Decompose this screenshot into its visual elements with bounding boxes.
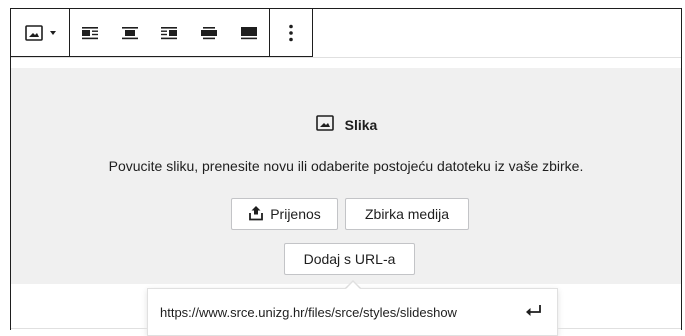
block-type-button[interactable] bbox=[11, 9, 69, 56]
align-right-button[interactable] bbox=[150, 9, 190, 56]
alignment-group bbox=[70, 9, 270, 56]
align-right-icon bbox=[160, 26, 178, 40]
toolbar-divider bbox=[11, 57, 681, 58]
more-options-button[interactable] bbox=[270, 9, 312, 56]
popover-arrow-inner bbox=[346, 282, 360, 289]
insert-from-url-button-label: Dodaj s URL-a bbox=[303, 251, 396, 267]
upload-button[interactable]: Prijenos bbox=[231, 198, 338, 230]
url-popover bbox=[147, 288, 558, 336]
url-submit-button[interactable] bbox=[520, 299, 548, 327]
image-icon bbox=[315, 113, 335, 136]
align-left-icon bbox=[81, 26, 99, 40]
placeholder-title: Slika bbox=[11, 113, 681, 136]
align-full-button[interactable] bbox=[229, 9, 269, 56]
upload-button-label: Prijenos bbox=[270, 206, 321, 222]
align-left-button[interactable] bbox=[70, 9, 110, 56]
insert-from-url-button[interactable]: Dodaj s URL-a bbox=[284, 243, 415, 275]
align-wide-icon bbox=[200, 26, 218, 40]
align-wide-button[interactable] bbox=[189, 9, 229, 56]
enter-arrow-icon bbox=[525, 304, 543, 323]
align-center-button[interactable] bbox=[110, 9, 150, 56]
align-full-icon bbox=[240, 26, 258, 40]
placeholder-instructions: Povucite sliku, prenesite novu ili odabe… bbox=[108, 158, 584, 174]
caret-down-icon bbox=[50, 30, 56, 35]
block-type-group bbox=[11, 9, 70, 56]
url-input[interactable] bbox=[156, 297, 512, 327]
media-library-button[interactable]: Zbirka medija bbox=[345, 198, 469, 230]
more-options-group bbox=[270, 9, 312, 56]
align-center-icon bbox=[121, 26, 139, 40]
placeholder-title-text: Slika bbox=[344, 116, 378, 133]
upload-icon bbox=[248, 205, 264, 224]
block-bottom-border-left bbox=[11, 328, 147, 329]
block-toolbar bbox=[11, 9, 313, 57]
image-block-icon bbox=[24, 23, 44, 43]
block-bottom-border-right bbox=[558, 328, 681, 329]
media-library-button-label: Zbirka medija bbox=[364, 206, 450, 222]
more-vertical-icon bbox=[289, 24, 293, 42]
